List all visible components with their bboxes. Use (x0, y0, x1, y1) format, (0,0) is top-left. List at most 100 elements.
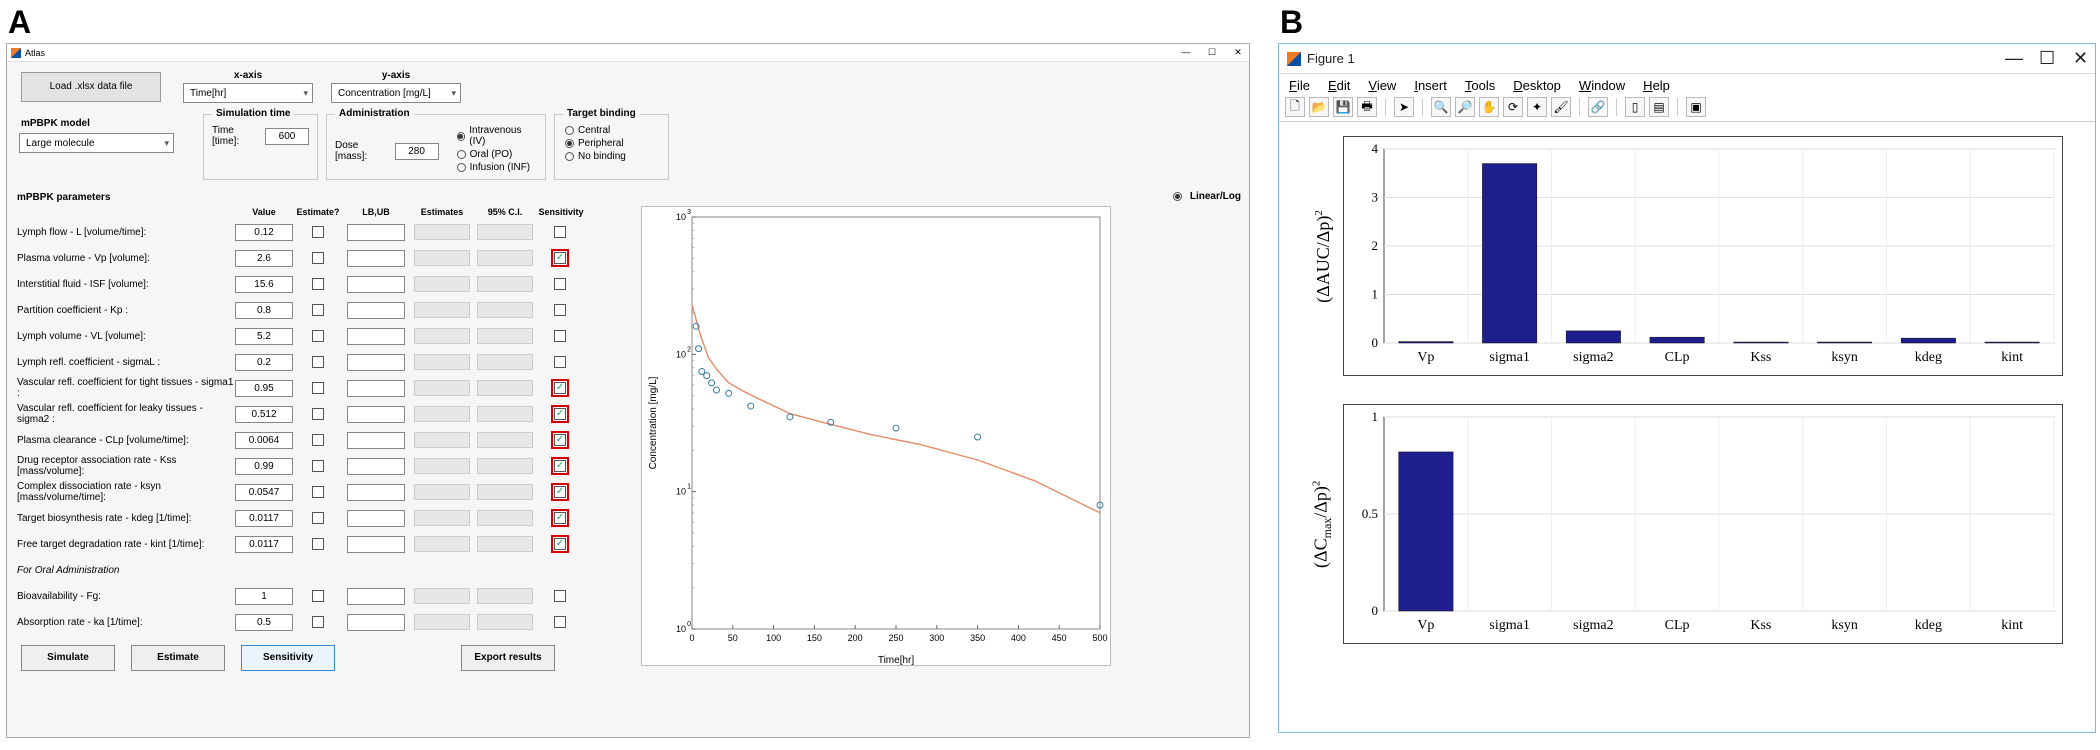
est-cb-kint[interactable] (312, 538, 324, 550)
lbub-Kss[interactable] (347, 458, 405, 475)
sens-cb-L[interactable] (554, 226, 566, 238)
colorbar-icon[interactable]: ▯ (1625, 97, 1645, 117)
simtime-input[interactable] (265, 128, 309, 145)
lbub-Fg[interactable] (347, 588, 405, 605)
est-cb-VL[interactable] (312, 330, 324, 342)
target-opt-1[interactable]: Peripheral (565, 138, 660, 149)
lbub-L[interactable] (347, 224, 405, 241)
estimate-button[interactable]: Estimate (131, 645, 225, 671)
menu-view[interactable]: View (1368, 78, 1396, 93)
val-kint[interactable] (235, 536, 293, 553)
val-Vp[interactable] (235, 250, 293, 267)
est-cb-CLp[interactable] (312, 434, 324, 446)
minimize-button[interactable]: — (2005, 48, 2019, 69)
sens-cb-sigma2[interactable] (554, 408, 566, 420)
pan-icon[interactable]: ✋ (1479, 97, 1499, 117)
sens-cb-ISF[interactable] (554, 278, 566, 290)
est-cb-sigmaL[interactable] (312, 356, 324, 368)
est-cb-L[interactable] (312, 226, 324, 238)
admin-route-0[interactable]: Intravenous (IV) (457, 125, 537, 147)
val-ISF[interactable] (235, 276, 293, 293)
est-cb-Vp[interactable] (312, 252, 324, 264)
lbub-Kp[interactable] (347, 302, 405, 319)
sens-cb-Fg[interactable] (554, 590, 566, 602)
sensitivity-button[interactable]: Sensitivity (241, 645, 335, 671)
print-icon[interactable]: 🖶 (1357, 97, 1377, 117)
lbub-ksyn[interactable] (347, 484, 405, 501)
est-cb-kdeg[interactable] (312, 512, 324, 524)
rotate-icon[interactable]: ⟳ (1503, 97, 1523, 117)
load-data-button[interactable]: Load .xlsx data file (21, 72, 161, 102)
link-icon[interactable]: 🔗 (1588, 97, 1608, 117)
lbub-VL[interactable] (347, 328, 405, 345)
val-sigma1[interactable] (235, 380, 293, 397)
est-cb-ISF[interactable] (312, 278, 324, 290)
layout-icon[interactable]: ▣ (1686, 97, 1706, 117)
val-ka[interactable] (235, 614, 293, 631)
sens-cb-Kp[interactable] (554, 304, 566, 316)
target-opt-0[interactable]: Central (565, 125, 660, 136)
menu-insert[interactable]: Insert (1414, 78, 1447, 93)
lbub-sigma1[interactable] (347, 380, 405, 397)
sens-cb-ka[interactable] (554, 616, 566, 628)
est-cb-Kss[interactable] (312, 460, 324, 472)
lbub-CLp[interactable] (347, 432, 405, 449)
sens-cb-sigma1[interactable] (554, 382, 566, 394)
val-kdeg[interactable] (235, 510, 293, 527)
zoom-out-icon[interactable]: 🔎 (1455, 97, 1475, 117)
sens-cb-CLp[interactable] (554, 434, 566, 446)
xaxis-select[interactable]: Time[hr]▾ (183, 83, 313, 103)
target-opt-2[interactable]: No binding (565, 151, 660, 162)
sens-cb-Kss[interactable] (554, 460, 566, 472)
zoom-in-icon[interactable]: 🔍 (1431, 97, 1451, 117)
minimize-button[interactable]: — (1179, 47, 1193, 58)
linear-log-toggle[interactable]: Linear/Log (1173, 191, 1241, 202)
new-icon[interactable]: 🗋 (1285, 97, 1305, 117)
menu-help[interactable]: Help (1643, 78, 1670, 93)
datatip-icon[interactable]: ✦ (1527, 97, 1547, 117)
simulate-button[interactable]: Simulate (21, 645, 115, 671)
val-CLp[interactable] (235, 432, 293, 449)
val-sigma2[interactable] (235, 406, 293, 423)
menu-file[interactable]: File (1289, 78, 1310, 93)
admin-route-1[interactable]: Oral (PO) (457, 149, 537, 160)
lbub-sigmaL[interactable] (347, 354, 405, 371)
val-Kss[interactable] (235, 458, 293, 475)
est-cb-sigma1[interactable] (312, 382, 324, 394)
sens-cb-Vp[interactable] (554, 252, 566, 264)
menu-desktop[interactable]: Desktop (1513, 78, 1561, 93)
export-button[interactable]: Export results (461, 645, 555, 671)
sens-cb-kint[interactable] (554, 538, 566, 550)
val-sigmaL[interactable] (235, 354, 293, 371)
sens-cb-sigmaL[interactable] (554, 356, 566, 368)
lbub-Vp[interactable] (347, 250, 405, 267)
est-cb-sigma2[interactable] (312, 408, 324, 420)
val-VL[interactable] (235, 328, 293, 345)
val-Fg[interactable] (235, 588, 293, 605)
dose-input[interactable] (395, 143, 439, 160)
sens-cb-VL[interactable] (554, 330, 566, 342)
maximize-button[interactable]: ☐ (1205, 47, 1219, 58)
open-icon[interactable]: 📂 (1309, 97, 1329, 117)
brush-icon[interactable]: 🖌 (1551, 97, 1571, 117)
val-ksyn[interactable] (235, 484, 293, 501)
est-cb-ka[interactable] (312, 616, 324, 628)
menu-tools[interactable]: Tools (1465, 78, 1495, 93)
save-icon[interactable]: 💾 (1333, 97, 1353, 117)
est-cb-Fg[interactable] (312, 590, 324, 602)
close-button[interactable]: ✕ (2073, 48, 2087, 69)
lbub-sigma2[interactable] (347, 406, 405, 423)
sens-cb-ksyn[interactable] (554, 486, 566, 498)
est-cb-ksyn[interactable] (312, 486, 324, 498)
maximize-button[interactable]: ☐ (2039, 48, 2053, 69)
lbub-ka[interactable] (347, 614, 405, 631)
menu-edit[interactable]: Edit (1328, 78, 1350, 93)
val-L[interactable] (235, 224, 293, 241)
val-Kp[interactable] (235, 302, 293, 319)
pointer-icon[interactable]: ➤ (1394, 97, 1414, 117)
lbub-kint[interactable] (347, 536, 405, 553)
lbub-ISF[interactable] (347, 276, 405, 293)
legend-icon[interactable]: ▤ (1649, 97, 1669, 117)
yaxis-select[interactable]: Concentration [mg/L]▾ (331, 83, 461, 103)
est-cb-Kp[interactable] (312, 304, 324, 316)
